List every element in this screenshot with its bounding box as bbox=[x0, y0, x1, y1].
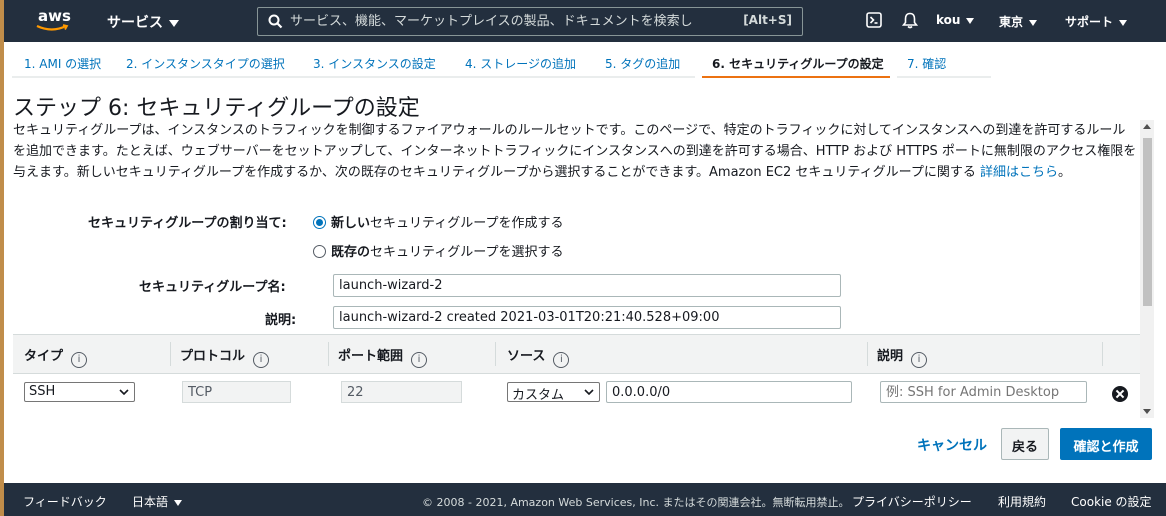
scroll-down-icon[interactable] bbox=[1143, 409, 1151, 414]
user-name: kou bbox=[936, 13, 961, 27]
page: aws サービス [Alt+S] kou bbox=[4, 0, 1166, 516]
column-divider bbox=[328, 342, 329, 366]
review-and-launch-button[interactable]: 確認と作成 bbox=[1060, 428, 1152, 460]
scroll-up-icon[interactable] bbox=[1143, 124, 1151, 129]
tab-instance-config[interactable]: 3. インスタンスの設定 bbox=[300, 42, 452, 78]
search-icon bbox=[268, 14, 283, 29]
chevron-down-icon bbox=[1119, 19, 1128, 26]
column-divider bbox=[170, 342, 171, 366]
radio-button-selected[interactable] bbox=[313, 216, 326, 229]
region-name: 東京 bbox=[999, 15, 1024, 29]
rule-source-select[interactable]: カスタム bbox=[507, 382, 600, 403]
radio-button[interactable] bbox=[313, 245, 326, 258]
aws-smile-icon bbox=[36, 24, 69, 31]
chevron-down-icon bbox=[966, 17, 975, 24]
rule-description-input[interactable] bbox=[880, 381, 1087, 403]
remove-rule-icon[interactable] bbox=[1112, 386, 1128, 402]
support-label: サポート bbox=[1065, 15, 1114, 29]
privacy-link[interactable]: プライバシーポリシー bbox=[852, 493, 972, 510]
column-port-range: ポート範囲 i bbox=[338, 335, 428, 373]
rule-protocol-field: TCP bbox=[182, 381, 291, 403]
region-menu[interactable]: 東京 bbox=[999, 13, 1038, 30]
info-icon[interactable]: i bbox=[71, 352, 88, 368]
tab-security-group[interactable]: 6. セキュリティグループの設定 bbox=[702, 42, 890, 78]
column-type: タイプ i bbox=[24, 335, 88, 373]
bell-icon[interactable] bbox=[902, 12, 918, 29]
page-title: ステップ 6: セキュリティグループの設定 bbox=[13, 96, 420, 121]
group-description-input[interactable] bbox=[333, 306, 841, 329]
rule-source-cidr-input[interactable] bbox=[606, 381, 852, 403]
info-icon[interactable]: i bbox=[911, 352, 928, 368]
radio-existing-group[interactable]: 既存のセキュリティグループを選択する bbox=[313, 241, 563, 260]
tab-tags[interactable]: 5. タグの追加 bbox=[592, 42, 695, 78]
column-protocol: プロトコル i bbox=[180, 335, 270, 373]
support-menu[interactable]: サポート bbox=[1065, 13, 1128, 30]
group-name-input[interactable] bbox=[333, 274, 841, 297]
column-description: 説明 i bbox=[877, 335, 928, 373]
chevron-down-icon bbox=[584, 389, 594, 395]
aws-logo-text: aws bbox=[38, 7, 71, 25]
top-nav: aws サービス [Alt+S] kou bbox=[4, 0, 1166, 42]
column-divider bbox=[1102, 342, 1103, 366]
assign-label: セキュリティグループの割り当て: bbox=[88, 216, 287, 231]
search-shortcut: [Alt+S] bbox=[743, 13, 792, 27]
group-name-label: セキュリティグループ名: bbox=[139, 280, 286, 295]
rules-table-header: タイプ i プロトコル i ポート範囲 i ソース i 説明 i bbox=[13, 334, 1140, 374]
tab-storage[interactable]: 4. ストレージの追加 bbox=[452, 42, 592, 78]
footer: フィードバック 日本語 © 2008 - 2021, Amazon Web Se… bbox=[4, 483, 1166, 516]
aws-logo[interactable]: aws bbox=[36, 7, 76, 35]
services-menu[interactable]: サービス bbox=[107, 12, 179, 32]
description-text: セキュリティグループは、インスタンスのトラフィックを制御するファイアウォールのル… bbox=[13, 123, 1137, 180]
chevron-down-icon bbox=[169, 19, 179, 27]
user-menu[interactable]: kou bbox=[936, 13, 975, 27]
global-search[interactable]: [Alt+S] bbox=[257, 7, 803, 36]
cloudshell-icon[interactable] bbox=[866, 12, 882, 28]
services-label: サービス bbox=[107, 15, 163, 31]
tab-ami[interactable]: 1. AMI の選択 bbox=[12, 42, 113, 78]
chevron-down-icon bbox=[119, 389, 129, 395]
search-input[interactable] bbox=[290, 11, 730, 32]
content-scrollbar[interactable] bbox=[1140, 120, 1154, 418]
rule-port-field: 22 bbox=[341, 381, 462, 403]
info-icon[interactable]: i bbox=[411, 352, 428, 368]
language-menu[interactable]: 日本語 bbox=[132, 493, 183, 510]
info-icon[interactable]: i bbox=[553, 352, 570, 368]
terms-link[interactable]: 利用規約 bbox=[998, 493, 1046, 510]
learn-more-link[interactable]: 詳細はこちら bbox=[980, 165, 1058, 180]
group-description-label: 説明: bbox=[265, 313, 297, 328]
page-description: セキュリティグループは、インスタンスのトラフィックを制御するファイアウォールのル… bbox=[13, 123, 1137, 180]
copyright-text: © 2008 - 2021, Amazon Web Services, Inc.… bbox=[422, 496, 850, 509]
radio-new-group[interactable]: 新しいセキュリティグループを作成する bbox=[313, 212, 563, 231]
cancel-button[interactable]: キャンセル bbox=[917, 435, 987, 455]
tab-instance-type[interactable]: 2. インスタンスタイプの選択 bbox=[113, 42, 300, 78]
chevron-down-icon bbox=[174, 499, 183, 506]
rule-type-select[interactable]: SSH bbox=[24, 382, 135, 402]
main-content: ステップ 6: セキュリティグループの設定 セキュリティグループは、インスタンス… bbox=[4, 78, 1140, 415]
column-source: ソース i bbox=[507, 335, 570, 373]
feedback-link[interactable]: フィードバック bbox=[23, 493, 107, 510]
column-divider bbox=[495, 342, 496, 366]
column-divider bbox=[867, 342, 868, 366]
cookie-settings-link[interactable]: Cookie の設定 bbox=[1071, 493, 1152, 510]
info-icon[interactable]: i bbox=[253, 352, 270, 368]
scrollbar-thumb[interactable] bbox=[1143, 138, 1152, 306]
back-button[interactable]: 戻る bbox=[1001, 428, 1049, 460]
chevron-down-icon bbox=[1029, 19, 1038, 26]
tab-review[interactable]: 7. 確認 bbox=[897, 42, 991, 78]
